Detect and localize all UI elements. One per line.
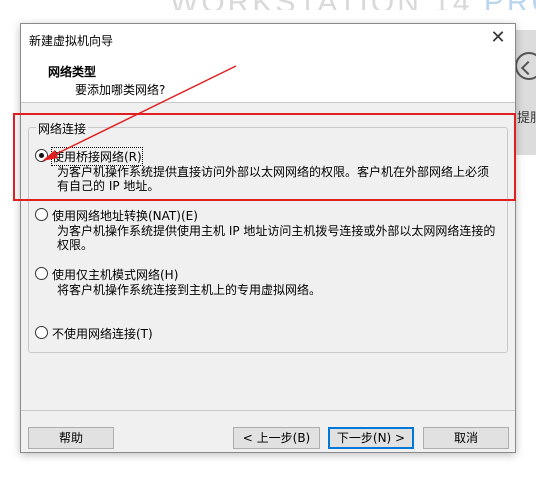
page-title: 网络类型 [48, 65, 97, 79]
option-label-nat[interactable]: 使用网络地址转换(NAT)(E) [52, 207, 198, 224]
back-arrow-icon [515, 52, 536, 80]
radio-button[interactable] [35, 326, 48, 339]
back-button[interactable]: < 上一步(B) [233, 427, 320, 449]
radio-button[interactable] [35, 267, 48, 280]
close-icon: ✕ [490, 27, 506, 48]
wizard-header: 网络类型 要添加哪类网络? [21, 54, 515, 103]
title-bar: 新建虚拟机向导 ✕ [21, 24, 515, 54]
background-side-text: 提服 [517, 111, 536, 126]
background-side-panel [516, 30, 536, 155]
close-button[interactable]: ✕ [481, 24, 515, 54]
banner-text: WORKSTATION 14 [170, 0, 484, 10]
new-vm-wizard-dialog: 新建虚拟机向导 ✕ 网络类型 要添加哪类网络? 网络连接 使用桥接网络(R) 为… [20, 23, 516, 453]
option-label-no-network[interactable]: 不使用网络连接(T) [52, 325, 153, 342]
next-button[interactable]: 下一步(N) > [328, 427, 414, 449]
dialog-title: 新建虚拟机向导 [29, 34, 114, 48]
help-button[interactable]: 帮助 [28, 427, 114, 449]
option-desc-nat: 为客户机操作系统提供使用主机 IP 地址访问主机拨号连接或外部以太网网络连接的 … [57, 224, 496, 252]
option-label-host-only[interactable]: 使用仅主机模式网络(H) [52, 266, 178, 283]
cancel-button[interactable]: 取消 [423, 427, 509, 449]
radio-button[interactable] [35, 208, 48, 221]
button-divider [21, 410, 515, 411]
annotation-highlight-box [13, 113, 516, 201]
banner-pro-text: PRO [484, 0, 536, 10]
page-subtitle: 要添加哪类网络? [75, 83, 166, 97]
option-desc-host-only: 将客户机操作系统连接到主机上的专用虚拟网络。 [57, 283, 322, 297]
background-app-banner: WORKSTATION 14 PRO [170, 0, 536, 10]
